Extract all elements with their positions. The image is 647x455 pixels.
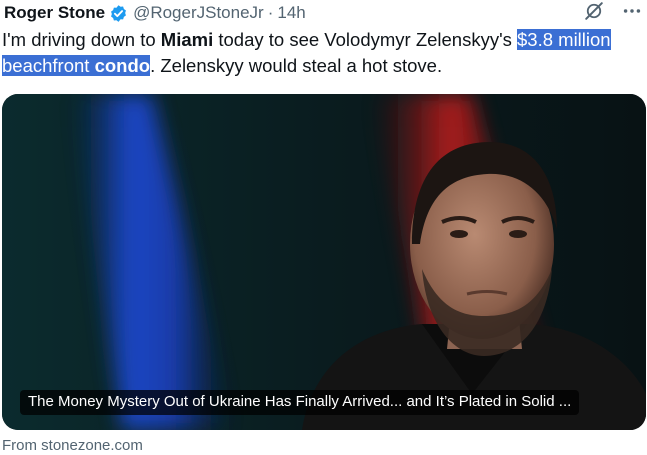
tweet-text: I'm driving down to Miami today to see V… xyxy=(2,27,644,79)
card-caption[interactable]: The Money Mystery Out of Ukraine Has Fin… xyxy=(20,390,580,415)
highlighted-text-bold: condo xyxy=(94,55,151,76)
author-name[interactable]: Roger Stone xyxy=(4,3,105,23)
grok-icon[interactable] xyxy=(583,0,605,27)
tweet-timestamp[interactable]: 14h xyxy=(277,3,305,23)
card-image xyxy=(2,94,646,430)
author-handle[interactable]: @RogerJStoneJr xyxy=(133,3,264,23)
card-source-link[interactable]: From stonezone.com xyxy=(2,437,143,454)
tweet-text-part: . Zelenskyy would steal a hot stove. xyxy=(150,55,443,76)
verified-badge-icon xyxy=(109,4,128,23)
tweet-text-part: today to see Volodymyr Zelenskyy's xyxy=(213,29,518,50)
tweet-header: Roger Stone @RogerJStoneJr · 14h xyxy=(4,1,643,25)
separator-dot: · xyxy=(267,3,274,22)
tweet-text-part: I'm driving down to xyxy=(2,29,161,50)
header-actions xyxy=(583,1,643,25)
tweet-text-bold: Miami xyxy=(160,29,214,50)
more-icon[interactable] xyxy=(621,0,643,27)
link-card[interactable]: The Money Mystery Out of Ukraine Has Fin… xyxy=(2,94,646,430)
